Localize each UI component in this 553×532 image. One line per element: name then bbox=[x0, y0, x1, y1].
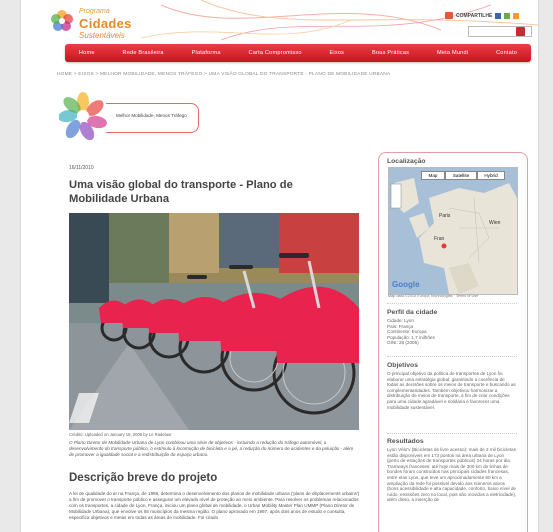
logo-line3: Sustentáveis bbox=[79, 31, 125, 40]
map-type-satellite[interactable]: Satellite bbox=[445, 171, 477, 180]
photo-caption: Crédito: Uploaded on January 18, 2009 by… bbox=[69, 432, 172, 437]
location-map[interactable]: Map Satellite Hybrid Fran Wien Paris Goo… bbox=[388, 167, 518, 295]
section-banner-label: Melhor Mobilidade, Menos Tráfego bbox=[116, 113, 187, 118]
nav-carta-compromisso[interactable]: Carta Compromisso bbox=[249, 50, 302, 56]
article-date: 16/11/2010 bbox=[69, 165, 94, 171]
map-label-fran: Fran bbox=[434, 236, 445, 242]
search-button[interactable] bbox=[516, 27, 525, 36]
share-label: COMPARTILHE bbox=[456, 12, 493, 19]
google-logo: Google bbox=[392, 280, 420, 289]
map-type-map[interactable]: Map bbox=[421, 171, 445, 180]
map-label-paris: Paris bbox=[439, 213, 451, 219]
map-credit[interactable]: Map data ©2010 Europa Technologies · Ter… bbox=[388, 294, 478, 298]
page: Programa Cidades Sustentáveis COMPARTILH… bbox=[20, 0, 539, 532]
flower-logo-icon bbox=[51, 10, 73, 31]
map-label-wien: Wien bbox=[489, 220, 501, 226]
profile-list: Cidade: Lyon País: França Continente: Eu… bbox=[387, 318, 517, 346]
nav-meta-mundi[interactable]: Meta Mundi bbox=[437, 50, 468, 56]
objectives-heading: Objetivos bbox=[387, 362, 418, 369]
section-banner: Melhor Mobilidade, Menos Tráfego bbox=[106, 103, 199, 133]
objectives-text: O principal objetivo da política de tran… bbox=[387, 371, 516, 410]
nav-boas-praticas[interactable]: Boas Práticas bbox=[372, 50, 409, 56]
section-heading: Descrição breve do projeto bbox=[69, 472, 218, 484]
results-heading: Resultados bbox=[387, 438, 424, 445]
facebook-icon[interactable] bbox=[495, 12, 502, 19]
social-icon[interactable] bbox=[504, 12, 511, 19]
map-type-hybrid[interactable]: Hybrid bbox=[477, 171, 505, 180]
nav-home[interactable]: Home bbox=[79, 50, 95, 56]
share-bar[interactable]: COMPARTILHE bbox=[445, 11, 520, 20]
profile-heading: Perfil da cidade bbox=[387, 309, 438, 316]
main-nav: Home Rede Brasileira Plataforma Carta Co… bbox=[65, 44, 531, 62]
results-text: Lyon Vélo'v (Bicicletas de livre acesso)… bbox=[387, 447, 517, 503]
location-heading: Localização bbox=[387, 158, 426, 165]
nav-rede-brasileira[interactable]: Rede Brasileira bbox=[123, 50, 164, 56]
breadcrumb: HOME > EIXOS > MELHOR MOBILIDADE, MENOS … bbox=[57, 72, 391, 77]
sidebar: Localização Map Satellite Hybrid Fran Wi… bbox=[378, 152, 528, 532]
site-logo[interactable]: Programa Cidades Sustentáveis bbox=[49, 6, 209, 40]
profile-gini: GINI: 28 (2005) bbox=[387, 340, 419, 346]
rss-icon[interactable] bbox=[513, 12, 520, 19]
divider bbox=[387, 356, 517, 357]
article-title: Uma visão global do transporte - Plano d… bbox=[69, 179, 293, 205]
logo-line1: Programa bbox=[79, 8, 110, 15]
nav-eixos[interactable]: Eixos bbox=[329, 50, 344, 56]
nav-contato[interactable]: Contato bbox=[496, 50, 517, 56]
article-summary: O Plano Diretor de Mobilidade Urbana de … bbox=[69, 440, 354, 457]
map-image bbox=[389, 168, 517, 294]
article-photo bbox=[69, 213, 359, 430]
divider bbox=[387, 433, 517, 434]
divider bbox=[387, 303, 517, 304]
nav-plataforma[interactable]: Plataforma bbox=[192, 50, 221, 56]
logo-line2: Cidades bbox=[79, 16, 132, 31]
section-body: A lei de qualidade do ar na França, de 1… bbox=[69, 491, 360, 520]
share-icon bbox=[445, 12, 453, 19]
section-flower-icon bbox=[59, 92, 107, 140]
